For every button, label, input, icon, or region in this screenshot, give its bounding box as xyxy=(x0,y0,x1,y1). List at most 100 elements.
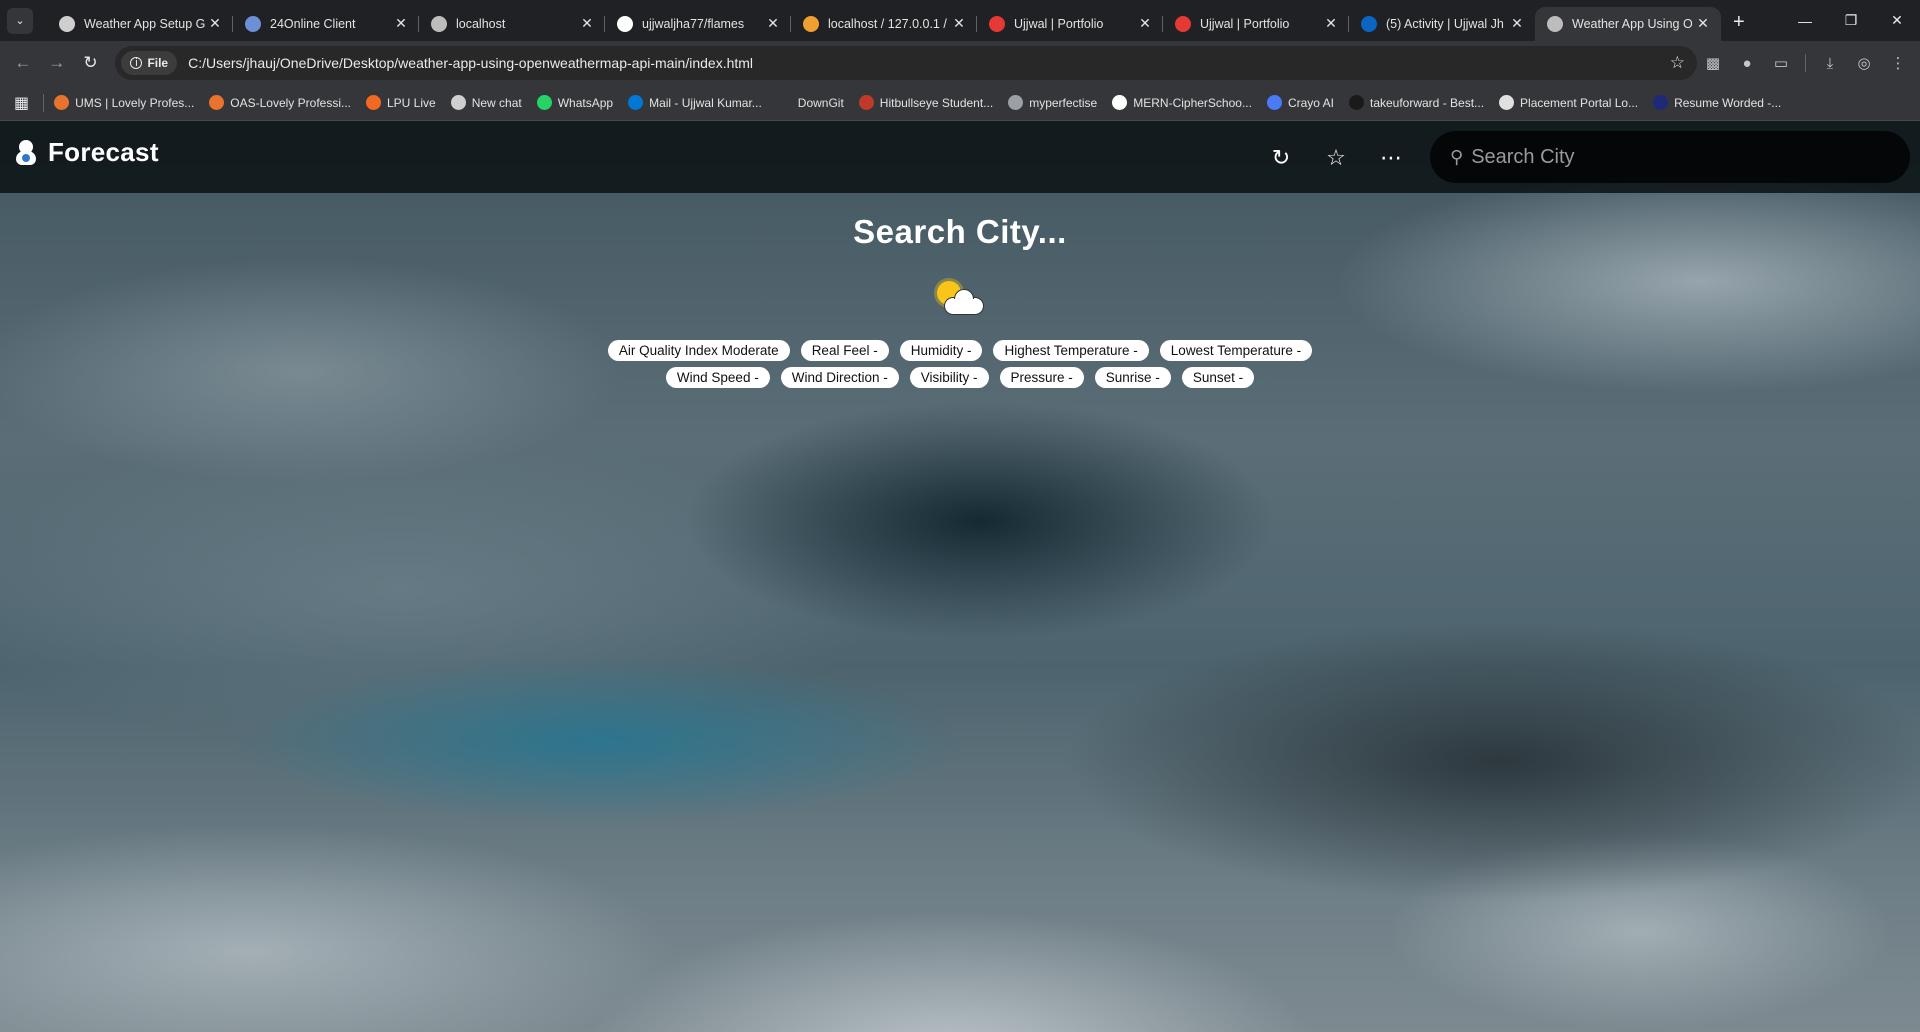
bookmark-favicon-icon xyxy=(209,95,225,110)
browser-tab[interactable]: localhost ✕ xyxy=(418,7,605,41)
partly-cloudy-icon xyxy=(934,279,986,323)
stat-highest-temperature: Highest Temperature - xyxy=(993,340,1149,361)
tab-title: Weather App Using O xyxy=(1572,16,1693,31)
bookmark-item[interactable]: Placement Portal Lo... xyxy=(1499,95,1638,110)
bookmark-label: LPU Live xyxy=(387,95,436,110)
bookmark-label: takeuforward - Best... xyxy=(1369,95,1485,110)
browser-tab[interactable]: (5) Activity | Ujjwal Jh ✕ xyxy=(1348,7,1535,41)
weather-stats-row: Wind Speed - Wind Direction - Visibility… xyxy=(665,367,1255,388)
tab-search-button[interactable]: ⌄ xyxy=(7,7,33,34)
toolbar-divider xyxy=(1805,54,1806,72)
browser-tab-active[interactable]: Weather App Using O ✕ xyxy=(1535,6,1721,41)
browser-tab[interactable]: Weather App Setup G ✕ xyxy=(47,7,233,41)
bookmark-item[interactable]: Resume Worded -... xyxy=(1653,95,1781,110)
bookmark-item[interactable]: Mail - Ujjwal Kumar... xyxy=(628,95,762,110)
close-icon[interactable]: ✕ xyxy=(579,15,595,32)
search-icon: ⚲ xyxy=(1450,146,1464,167)
bookmark-label: Resume Worded -... xyxy=(1674,95,1782,110)
address-bar[interactable]: i File C:/Users/jhauj/OneDrive/Desktop/w… xyxy=(115,46,1697,80)
browser-tab[interactable]: Ujjwal | Portfolio ✕ xyxy=(976,7,1163,41)
tab-favicon-icon xyxy=(803,15,819,32)
browser-tab[interactable]: localhost / 127.0.0.1 / ✕ xyxy=(790,7,977,41)
star-icon[interactable]: ☆ xyxy=(1317,139,1355,177)
stat-visibility: Visibility - xyxy=(909,367,989,388)
url-text[interactable]: C:/Users/jhauj/OneDrive/Desktop/weather-… xyxy=(188,55,753,71)
refresh-icon[interactable]: ↻ xyxy=(1262,139,1300,177)
download-icon[interactable]: ⤓ xyxy=(1814,47,1846,79)
bookmark-label: Mail - Ujjwal Kumar... xyxy=(649,95,762,110)
browser-tab[interactable]: ujjwaljha77/flames ✕ xyxy=(604,7,791,41)
close-icon[interactable]: ✕ xyxy=(1323,15,1339,32)
bookmark-label: Crayo AI xyxy=(1287,95,1334,110)
restore-button[interactable]: ❐ xyxy=(1828,0,1874,41)
bookmark-star-icon[interactable]: ☆ xyxy=(1670,53,1685,73)
bookmark-item[interactable]: DownGit xyxy=(776,95,844,110)
site-info-chip[interactable]: i File xyxy=(121,51,178,75)
tab-favicon-icon xyxy=(617,15,633,32)
bookmark-favicon-icon xyxy=(628,95,644,110)
snowman-logo-icon xyxy=(16,139,36,166)
close-icon[interactable]: ✕ xyxy=(207,15,223,32)
bookmark-item[interactable]: MERN-CipherSchoo... xyxy=(1112,95,1252,110)
tab-favicon-icon xyxy=(1361,15,1377,32)
brand[interactable]: Forecast xyxy=(16,137,159,168)
apps-grid-icon[interactable]: ▦ xyxy=(14,93,29,113)
extension-icon[interactable]: ▩ xyxy=(1697,47,1729,79)
stat-wind-speed: Wind Speed - xyxy=(665,367,770,388)
stat-humidity: Humidity - xyxy=(899,340,983,361)
close-icon[interactable]: ✕ xyxy=(1509,15,1525,32)
close-icon[interactable]: ✕ xyxy=(393,15,409,32)
bookmark-item[interactable]: WhatsApp xyxy=(536,95,614,110)
stat-air-quality: Air Quality Index Moderate xyxy=(607,340,790,361)
bookmark-item[interactable]: UMS | Lovely Profes... xyxy=(54,95,194,110)
bookmark-favicon-icon xyxy=(54,95,70,110)
navbar-actions: ↻ ☆ ⋯ xyxy=(1262,139,1410,177)
bookmark-item[interactable]: LPU Live xyxy=(366,95,436,110)
minimize-button[interactable]: — xyxy=(1782,0,1828,41)
tab-favicon-icon xyxy=(1547,15,1563,32)
reload-icon: ↻ xyxy=(83,53,98,72)
browser-tab[interactable]: 24Online Client ✕ xyxy=(232,7,419,41)
close-icon[interactable]: ✕ xyxy=(765,15,781,32)
puzzle-icon[interactable]: ▭ xyxy=(1765,47,1797,79)
close-icon[interactable]: ✕ xyxy=(951,15,967,32)
new-tab-button[interactable]: + xyxy=(1733,11,1745,34)
info-icon: i xyxy=(130,57,143,69)
arrow-left-icon: ← xyxy=(14,53,32,72)
close-icon[interactable]: ✕ xyxy=(1137,15,1153,32)
bookmark-item[interactable]: OAS-Lovely Professi... xyxy=(209,95,351,110)
bookmark-favicon-icon xyxy=(536,95,552,110)
bookmark-label: Placement Portal Lo... xyxy=(1520,95,1639,110)
bookmark-item[interactable]: Hitbullseye Student... xyxy=(858,95,994,110)
bookmark-favicon-icon xyxy=(1112,95,1128,110)
bookmark-item[interactable]: takeuforward - Best... xyxy=(1348,95,1485,110)
bookmark-label: myperfectise xyxy=(1029,95,1098,110)
window-controls: — ❐ ✕ xyxy=(1782,0,1920,41)
bookmarks-divider xyxy=(43,93,45,112)
back-button[interactable]: ← xyxy=(6,46,40,80)
bookmark-item[interactable]: Crayo AI xyxy=(1266,95,1334,110)
more-vert-icon[interactable]: ⋮ xyxy=(1882,47,1914,79)
extension-mouse-icon[interactable]: ● xyxy=(1731,47,1763,79)
more-horizontal-icon[interactable]: ⋯ xyxy=(1372,139,1410,177)
close-window-button[interactable]: ✕ xyxy=(1874,0,1920,41)
forward-button[interactable]: → xyxy=(40,46,74,80)
profile-icon[interactable]: ◎ xyxy=(1848,47,1880,79)
browser-tab-strip: ⌄ Weather App Setup G ✕ 24Online Client ✕ … xyxy=(0,0,1920,41)
reload-button[interactable]: ↻ xyxy=(74,46,108,80)
bookmark-label: DownGit xyxy=(797,95,844,110)
bookmark-favicon-icon xyxy=(1266,95,1282,110)
city-search-input[interactable] xyxy=(1471,145,1872,169)
bookmark-label: WhatsApp xyxy=(557,95,614,110)
file-label: File xyxy=(147,56,169,70)
tab-favicon-icon xyxy=(1175,15,1191,32)
bookmark-label: OAS-Lovely Professi... xyxy=(230,95,351,110)
bookmark-label: Hitbullseye Student... xyxy=(879,95,994,110)
page-title: Search City... xyxy=(853,213,1067,250)
close-icon[interactable]: ✕ xyxy=(1695,15,1711,32)
bookmark-item[interactable]: myperfectise xyxy=(1008,95,1097,110)
tab-title: 24Online Client xyxy=(270,16,356,31)
plus-icon: + xyxy=(1733,11,1745,33)
browser-tab[interactable]: Ujjwal | Portfolio ✕ xyxy=(1162,7,1349,41)
bookmark-item[interactable]: New chat xyxy=(450,95,522,110)
